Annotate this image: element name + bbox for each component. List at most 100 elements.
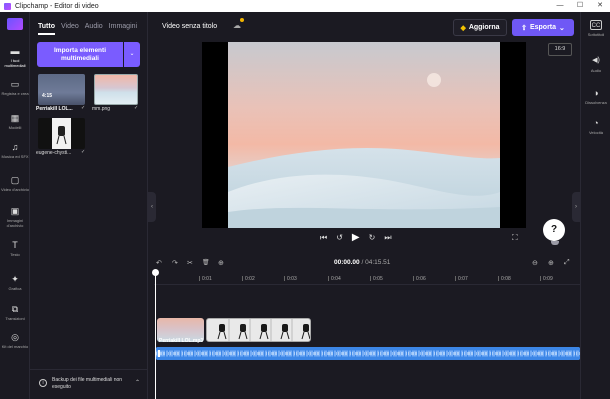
brand-kit-icon: ◎ <box>11 332 19 342</box>
duration-badge: 4:15 <box>42 93 53 99</box>
chair-photo-icon <box>56 126 67 145</box>
minimize-button[interactable]: — <box>550 0 570 12</box>
fullscreen-icon[interactable]: ⛶ <box>512 233 518 243</box>
zoom-in-icon[interactable]: ⊕ <box>548 259 554 267</box>
rail-item-label: I tuoi multimediali <box>4 58 26 68</box>
tab-audio[interactable]: Audio <box>85 23 103 35</box>
chevron-up-icon: ⌃ <box>134 380 140 386</box>
timeline-ruler[interactable]: 0:01 0:02 0:03 0:04 0:05 0:06 0:07 0:08 … <box>154 273 580 285</box>
backup-text: Backup dei file multimediali non eseguit… <box>52 377 123 390</box>
rail-item-music-sfx[interactable]: ♫ Musica ed SFX <box>0 142 30 159</box>
import-media-button[interactable]: Importa elementi multimediali <box>37 42 123 67</box>
total-time: 04:15.51 <box>365 259 391 266</box>
timeline-clip-chair[interactable] <box>206 318 311 342</box>
ruler-tick: 0:02 <box>242 276 255 282</box>
ruler-tick: 0:05 <box>370 276 383 282</box>
rail-item-stock-images[interactable]: ▣ Immagini d'archivio <box>0 206 30 228</box>
cloud-sync-off-icon[interactable]: ☁ <box>233 18 244 30</box>
library-tabs: Tutto Video Audio Immagini <box>38 23 137 35</box>
tab-images[interactable]: Immagini <box>109 23 137 35</box>
rail-item-label: Musica ed SFX <box>1 154 29 159</box>
media-thumbnail-image[interactable] <box>94 74 138 105</box>
templates-icon: ▦ <box>10 113 20 123</box>
media-thumbnail-clip[interactable]: 4:15 <box>38 74 85 105</box>
rail-item-label: Sottotitoli <box>587 32 605 37</box>
split-icon[interactable]: ✂ <box>187 259 193 267</box>
collapse-library-button[interactable]: ‹ <box>148 192 156 222</box>
collapse-properties-button[interactable]: › <box>572 192 580 222</box>
zoom-out-icon[interactable]: ⊖ <box>532 259 538 267</box>
title-bar: Clipchamp - Editor di video — ☐ ✕ <box>0 0 610 12</box>
rail-item-your-media[interactable]: ▬ I tuoi multimediali <box>0 46 30 68</box>
import-dropdown-button[interactable]: ⌄ <box>124 42 140 67</box>
rail-item-text[interactable]: T Testo <box>0 240 30 257</box>
media-thumbnail-image[interactable] <box>38 118 85 149</box>
upload-icon: ⇧ <box>521 24 527 32</box>
window-controls: — ☐ ✕ <box>550 0 610 12</box>
ruler-tick: 0:08 <box>498 276 511 282</box>
clipchamp-logo-icon <box>4 2 11 10</box>
added-check-icon: ✓ <box>134 105 139 111</box>
close-button[interactable]: ✕ <box>590 0 610 12</box>
rewind-5s-icon[interactable]: ↺ <box>336 233 343 242</box>
audio-icon: ◀) <box>592 57 600 64</box>
rail-item-audio[interactable]: ◀) Audio <box>581 56 610 73</box>
camera-icon: ▭ <box>10 79 20 89</box>
rail-item-fade[interactable]: ◑ Dissolvenza <box>581 88 610 105</box>
rail-item-label: Audio <box>590 68 602 73</box>
diamond-icon: ◆ <box>460 24 466 32</box>
skip-forward-icon[interactable]: ⏭ <box>384 233 391 243</box>
media-item-label: eugene-chysti... <box>36 150 72 156</box>
audio-trim-handle[interactable] <box>158 350 160 357</box>
project-title[interactable]: Video senza titolo <box>162 23 217 30</box>
upgrade-button[interactable]: ◆ Aggiorna <box>453 19 507 36</box>
forward-5s-icon[interactable]: ↻ <box>369 233 376 242</box>
rail-item-speed[interactable]: ◔ Velocità <box>581 118 610 135</box>
graphics-icon: ✦ <box>11 274 19 284</box>
rail-item-label: Grafica <box>8 286 22 291</box>
timeline-clip-audio[interactable] <box>156 347 580 360</box>
aspect-ratio-button[interactable]: 16:9 <box>548 43 572 56</box>
playhead[interactable] <box>155 270 156 399</box>
properties-rail: CC Sottotitoli ◀) Audio ◑ Dissolvenza ◔ … <box>580 12 610 399</box>
rail-item-captions[interactable]: CC Sottotitoli <box>581 20 610 37</box>
rail-item-label: Kit del marchio <box>1 344 29 349</box>
rail-item-label: Transizioni <box>5 316 25 321</box>
maximize-button[interactable]: ☐ <box>570 0 590 12</box>
rail-item-record-create[interactable]: ▭ Registra e crea <box>0 79 30 96</box>
add-media-icon[interactable]: ⊕ <box>218 259 224 267</box>
fit-timeline-icon[interactable]: ⤢ <box>564 259 570 267</box>
tab-video[interactable]: Video <box>61 23 79 35</box>
rail-item-label: Video d'archivio <box>0 187 30 192</box>
redo-icon[interactable]: ↷ <box>172 259 178 267</box>
play-icon[interactable]: ▶ <box>352 232 360 243</box>
delete-icon[interactable]: 🗑 <box>202 259 210 266</box>
chevron-down-icon: ⌄ <box>559 24 565 32</box>
help-button[interactable]: ? <box>543 219 565 241</box>
rail-item-label: Registra e crea <box>1 91 29 96</box>
warning-dot <box>240 18 244 22</box>
rail-item-graphics[interactable]: ✦ Grafica <box>0 274 30 291</box>
undo-icon[interactable]: ↶ <box>156 259 162 267</box>
rail-item-transitions[interactable]: ⧉ Transizioni <box>0 304 30 321</box>
added-check-icon: ✓ <box>81 105 86 111</box>
rail-item-label: Immagini d'archivio <box>6 218 24 228</box>
media-item-label: mm.png <box>92 106 111 112</box>
audio-waveform-icon <box>156 347 580 360</box>
rail-item-brand-kit[interactable]: ◎ Kit del marchio <box>0 332 30 349</box>
skip-back-icon[interactable]: ⏮ <box>320 233 327 243</box>
playhead-handle[interactable] <box>152 269 159 276</box>
tab-all[interactable]: Tutto <box>38 23 55 35</box>
rail-item-label: Testo <box>10 252 20 257</box>
rail-item-stock-video[interactable]: ▢ Video d'archivio <box>0 175 30 192</box>
speed-icon: ◔ <box>593 118 599 128</box>
ruler-tick: 0:06 <box>413 276 426 282</box>
rail-item-label: Modelli <box>8 125 22 130</box>
backup-notice[interactable]: i Backup dei file multimediali non esegu… <box>30 369 148 399</box>
export-button[interactable]: ⇧ Esporta ⌄ <box>512 19 574 36</box>
player-controls: ⏮ ↺ ▶ ↻ ⏭ <box>320 232 392 243</box>
transitions-icon: ⧉ <box>11 304 19 314</box>
video-preview[interactable] <box>202 42 526 228</box>
rail-item-templates[interactable]: ▦ Modelli <box>0 113 30 130</box>
audio-clip-label: Perriakill LOL.mp3 <box>159 338 204 344</box>
